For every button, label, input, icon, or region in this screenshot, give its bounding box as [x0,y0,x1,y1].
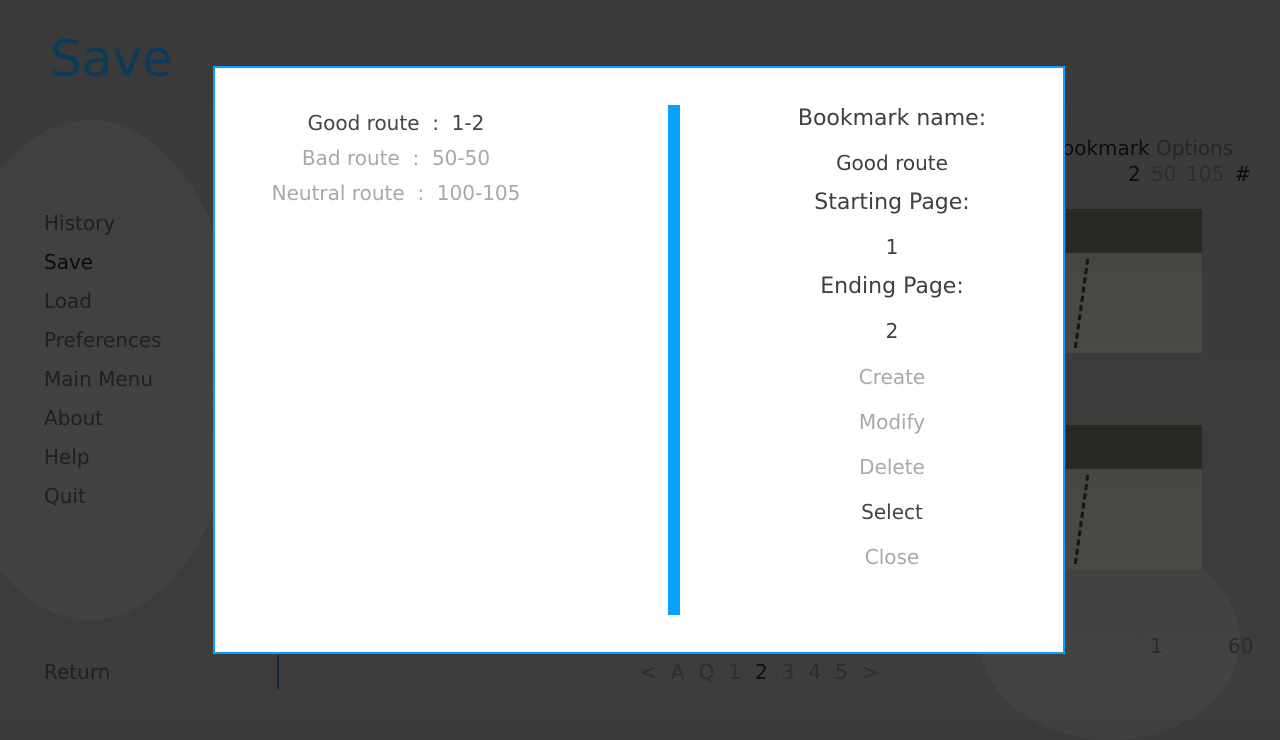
route-item-good[interactable]: Good route : 1-2 [215,108,577,143]
nav-item-load[interactable]: Load [44,288,162,327]
bookmark-tab[interactable]: ookmark [1062,136,1150,160]
nav-item-help[interactable]: Help [44,444,162,483]
pager-page[interactable]: 5 [835,660,848,684]
delete-button[interactable]: Delete [792,446,992,491]
bookmark-pages: 2 50 105 # [1128,162,1261,186]
pager-page[interactable]: 3 [782,660,795,684]
starting-page-label: Starting Page: [814,190,970,215]
pager-prev[interactable]: < [640,660,657,684]
options-tab[interactable]: Options [1156,136,1233,160]
notebook-spine [1073,474,1098,566]
pager-auto[interactable]: A [671,660,685,684]
bookmark-header: ookmark Options [1062,136,1233,160]
route-list-scrollbar[interactable] [668,105,680,615]
nav-item-save[interactable]: Save [44,249,162,288]
page-title: Save [50,30,173,88]
nav-item-preferences[interactable]: Preferences [44,327,162,366]
page-pager: < A Q 1 2 3 4 5 > [640,660,893,684]
notebook-spine [1073,258,1098,350]
save-slot-thumbnail[interactable] [1066,209,1202,353]
save-slot-thumbnail[interactable] [1066,425,1202,569]
bookmark-form: Bookmark name: Good route Starting Page:… [792,104,992,581]
ending-page-input[interactable]: 2 [792,314,992,356]
nav-item-history[interactable]: History [44,210,162,249]
nav-item-quit[interactable]: Quit [44,483,162,522]
menu-divider [277,655,279,689]
slot-range-start: 1 [1150,634,1163,658]
return-button[interactable]: Return [44,660,110,684]
pager-page[interactable]: 4 [808,660,821,684]
main-nav: History Save Load Preferences Main Menu … [44,210,162,522]
bookmark-page-link[interactable]: 105 [1186,162,1224,186]
pager-page-current[interactable]: 2 [755,660,768,684]
route-list: Good route : 1-2 Bad route : 50-50 Neutr… [215,108,577,213]
nav-item-about[interactable]: About [44,405,162,444]
ending-page-label: Ending Page: [820,274,964,299]
pager-page[interactable]: 1 [728,660,741,684]
nav-item-main-menu[interactable]: Main Menu [44,366,162,405]
route-item-neutral[interactable]: Neutral route : 100-105 [215,178,577,213]
pager-next[interactable]: > [862,660,879,684]
create-button[interactable]: Create [792,356,992,401]
close-button[interactable]: Close [792,536,992,581]
slot-range-end: 60 [1228,634,1254,658]
bookmark-name-label: Bookmark name: [797,106,987,131]
modify-button[interactable]: Modify [792,401,992,446]
bookmark-page-link[interactable]: # [1234,162,1251,186]
bookmark-page-link[interactable]: 50 [1151,162,1176,186]
pager-quick[interactable]: Q [698,660,714,684]
bookmark-page-link[interactable]: 2 [1128,162,1141,186]
select-button[interactable]: Select [792,491,992,536]
route-item-bad[interactable]: Bad route : 50-50 [215,143,577,178]
bookmark-dialog: Good route : 1-2 Bad route : 50-50 Neutr… [213,66,1065,654]
bookmark-name-input[interactable]: Good route [792,146,992,188]
starting-page-input[interactable]: 1 [792,230,992,272]
